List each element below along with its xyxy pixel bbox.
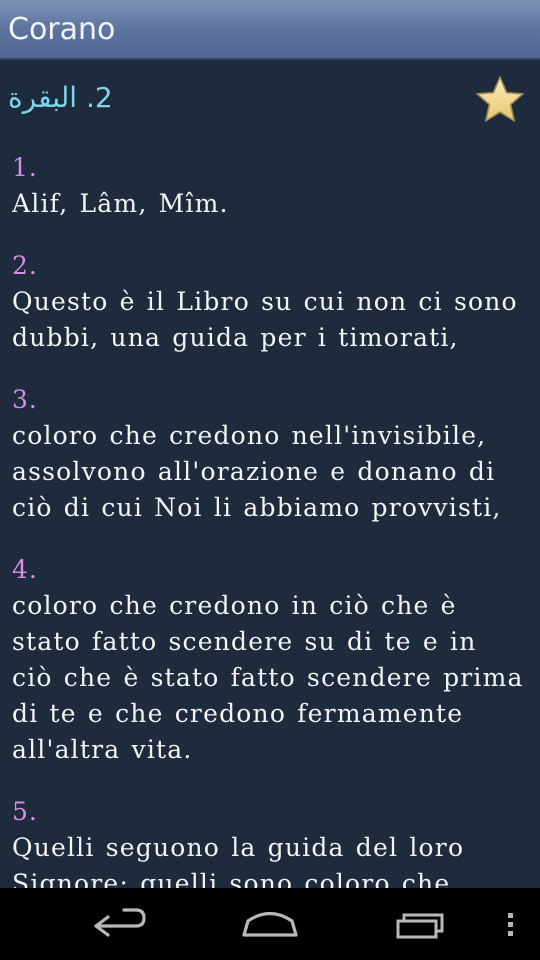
recent-apps-button[interactable]: [382, 888, 462, 960]
verse-item: 5. Quelli seguono la guida del loro Sign…: [12, 794, 528, 888]
verse-item: 1. Alif, Lâm, Mîm.: [12, 150, 528, 222]
verse-number: 1.: [12, 153, 38, 182]
verse-item: 2. Questo è il Libro su cui non ci sono …: [12, 248, 528, 356]
verse-number: 4.: [12, 555, 38, 584]
home-button[interactable]: [230, 888, 310, 960]
content-area[interactable]: 2. البقرة 1. Alif, Lâm, Mîm. 2. Questo è…: [0, 60, 540, 888]
favorite-star-button[interactable]: [474, 74, 526, 126]
verse-list: 1. Alif, Lâm, Mîm. 2. Questo è il Libro …: [12, 150, 528, 888]
star-icon: [476, 76, 524, 122]
home-icon: [242, 911, 298, 937]
verse-text: Quelli seguono la guida del loro Signore…: [12, 833, 465, 888]
verse-text: coloro che credono in ciò che è stato fa…: [12, 591, 524, 764]
navigation-bar: [0, 888, 540, 960]
overflow-menu-button[interactable]: [494, 888, 528, 960]
verse-text: coloro che credono nell'invisibile, asso…: [12, 421, 502, 522]
recent-apps-icon: [396, 913, 444, 939]
action-bar: Corano: [0, 0, 540, 60]
verse-number: 2.: [12, 251, 38, 280]
back-arrow-icon: [94, 908, 146, 937]
verse-item: 4. coloro che credono in ciò che è stato…: [12, 552, 528, 768]
surah-header: 2. البقرة: [0, 60, 540, 140]
overflow-menu-icon: [508, 913, 513, 936]
verse-text: Alif, Lâm, Mîm.: [12, 189, 229, 218]
verse-text: Questo è il Libro su cui non ci sono dub…: [12, 287, 518, 352]
verse-number: 3.: [12, 385, 38, 414]
back-button[interactable]: [80, 888, 160, 960]
verse-number: 5.: [12, 797, 38, 826]
surah-title: 2. البقرة: [8, 81, 113, 114]
verse-item: 3. coloro che credono nell'invisibile, a…: [12, 382, 528, 526]
app-title: Corano: [8, 12, 116, 47]
